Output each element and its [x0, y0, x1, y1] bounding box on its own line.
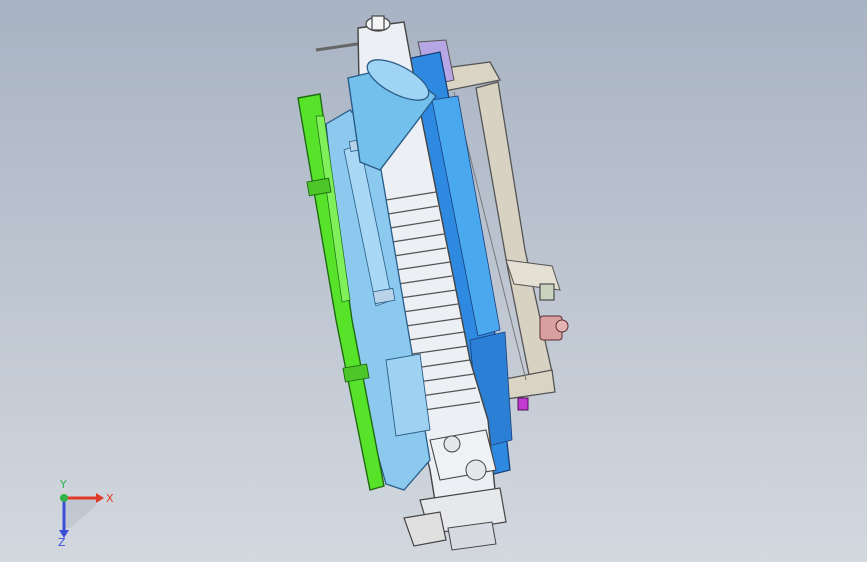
right-connector-block	[539, 283, 555, 301]
y-axis-dot	[60, 494, 68, 502]
x-axis-label: X	[106, 492, 114, 505]
assembly-model[interactable]	[0, 0, 867, 562]
pink-fitting[interactable]	[539, 315, 569, 341]
y-axis-label: Y	[59, 478, 67, 491]
magenta-marker	[517, 397, 529, 411]
bottom-base-plate[interactable]	[403, 487, 507, 551]
top-left-pin	[315, 41, 365, 52]
cad-3d-viewport[interactable]: X Y Z	[0, 0, 867, 562]
z-axis-label: Z	[58, 536, 66, 548]
orientation-triad: X Y Z	[58, 478, 114, 548]
x-axis-head	[96, 493, 104, 503]
